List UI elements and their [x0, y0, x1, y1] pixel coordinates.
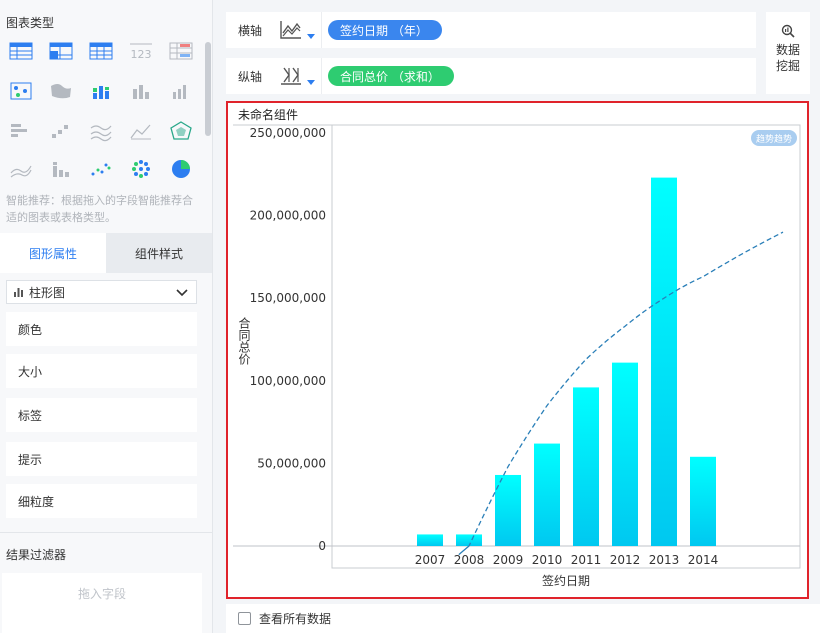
x-tick-label: 2011 [571, 553, 602, 567]
x-axis-type-button[interactable] [274, 12, 322, 48]
show-all-data-checkbox[interactable] [238, 612, 251, 625]
dropdown-triangle-icon [307, 34, 315, 39]
radar-icon[interactable] [168, 120, 194, 142]
data-mining-icon [781, 24, 795, 38]
y-axis-type-button[interactable] [274, 58, 322, 94]
scatter-icon[interactable] [88, 158, 114, 180]
svg-text:123: 123 [131, 48, 152, 61]
property-granularity[interactable]: 细粒度 [6, 484, 197, 518]
number-card-icon[interactable]: 123 [128, 40, 154, 62]
tab-graphic-properties[interactable]: 图形属性 [0, 233, 106, 273]
y-tick-label: 250,000,000 [250, 126, 326, 140]
bar-2011 [573, 387, 599, 546]
x-tick-label: 2010 [532, 553, 563, 567]
filter-placeholder: 拖入字段 [77, 587, 126, 601]
y-tick-label: 0 [318, 539, 326, 553]
bar-2014 [690, 456, 716, 546]
bar-chart-icon[interactable] [128, 80, 154, 102]
bar-2008 [456, 534, 482, 546]
x-axis-field-pill[interactable]: 签约日期 （年） [328, 20, 442, 40]
chart-types-title: 图表类型 [6, 16, 55, 30]
bar-2013 [651, 177, 677, 546]
cross-table-icon[interactable] [8, 40, 34, 62]
x-axis-bar: 横轴 签约日期 （年） [226, 12, 756, 48]
bar-2010 [534, 443, 560, 546]
property-tabs: 图形属性 组件样式 [0, 233, 212, 273]
column-chart-icon [14, 288, 23, 297]
property-label[interactable]: 标签 [6, 398, 197, 432]
pie-icon[interactable] [168, 158, 194, 180]
show-all-data-label[interactable]: 查看所有数据 [259, 610, 331, 627]
grouped-column-icon[interactable] [48, 158, 74, 180]
x-axis-label: 横轴 [237, 23, 262, 38]
smart-recommend-hint: 智能推荐：根据拖入的字段智能推荐合适的图表或表格类型。 [6, 194, 193, 224]
kpi-table-icon[interactable] [168, 40, 194, 62]
data-mining-label: 数据 挖掘 [776, 42, 800, 74]
property-tooltip[interactable]: 提示 [6, 442, 197, 476]
bar-2007 [417, 534, 443, 546]
x-tick-label: 2009 [493, 553, 524, 567]
chart-select-value: 柱形图 [29, 285, 66, 300]
chevron-down-icon [176, 289, 188, 297]
chart-types-scrollbar[interactable] [205, 42, 211, 136]
area-map-icon[interactable] [48, 80, 74, 102]
filter-drop-zone[interactable]: 拖入字段 [2, 573, 202, 633]
data-mining-label-line1: 数据 [775, 43, 800, 57]
column-chart-icon[interactable] [168, 80, 194, 102]
waterfall-icon[interactable] [48, 120, 74, 142]
x-tick-label: 2008 [454, 553, 485, 567]
line-chart-icon [280, 21, 301, 39]
bubble-icon[interactable] [128, 158, 154, 180]
area-chart-icon[interactable] [128, 120, 154, 142]
property-size[interactable]: 大小 [6, 354, 197, 388]
detail-table-icon[interactable] [88, 40, 114, 62]
y-tick-label: 200,000,000 [250, 209, 326, 223]
left-panel: 图表类型 123 智能推荐：根据拖入的字段智能推荐合适的图表或表格类型。 图形属… [0, 0, 213, 633]
data-mining-label-line2: 挖掘 [775, 59, 800, 73]
chart-widget[interactable]: 未命名组件 250,000,000 200,000,000 150,000,000 1… [226, 101, 809, 599]
bar-chart: 250,000,000 200,000,000 150,000,000 100,000… [233, 124, 801, 588]
multi-line-icon[interactable] [8, 158, 34, 180]
dot-map-icon[interactable] [8, 80, 34, 102]
y-axis-label: 纵轴 [237, 69, 262, 84]
x-tick-label: 2007 [415, 553, 446, 567]
y-tick-label: 100,000,000 [250, 374, 326, 388]
dropdown-triangle-icon [307, 80, 315, 85]
show-all-data-bar: 查看所有数据 [226, 604, 820, 633]
y-axis-title: 合同总价 [237, 316, 251, 365]
line-chart-icon[interactable] [88, 120, 114, 142]
y-axis-bar: 纵轴 合同总价 （求和） [226, 58, 756, 94]
x-tick-label: 2012 [610, 553, 641, 567]
plot-frame [331, 124, 801, 569]
chart-type-select[interactable]: 柱形图 [6, 280, 197, 304]
x-tick-label: 2013 [649, 553, 680, 567]
y-axis-field-pill[interactable]: 合同总价 （求和） [328, 66, 454, 86]
horizontal-bar-icon[interactable] [8, 120, 34, 142]
result-filter-title: 结果过滤器 [6, 548, 67, 562]
axis-swap-icon [281, 67, 301, 85]
trend-badge-label: 趋势趋势 [756, 133, 792, 145]
group-table-icon[interactable] [48, 40, 74, 62]
x-tick-label: 2014 [688, 553, 719, 567]
panel-divider [0, 532, 212, 533]
data-mining-button[interactable]: 数据 挖掘 [766, 12, 810, 94]
property-color[interactable]: 颜色 [6, 312, 197, 346]
y-tick-label: 50,000,000 [257, 456, 326, 470]
y-tick-label: 150,000,000 [250, 291, 326, 305]
tab-component-style[interactable]: 组件样式 [106, 233, 212, 273]
x-axis-title: 签约日期 [542, 573, 590, 588]
stacked-bar-icon[interactable] [88, 80, 114, 102]
bar-2012 [612, 362, 638, 546]
